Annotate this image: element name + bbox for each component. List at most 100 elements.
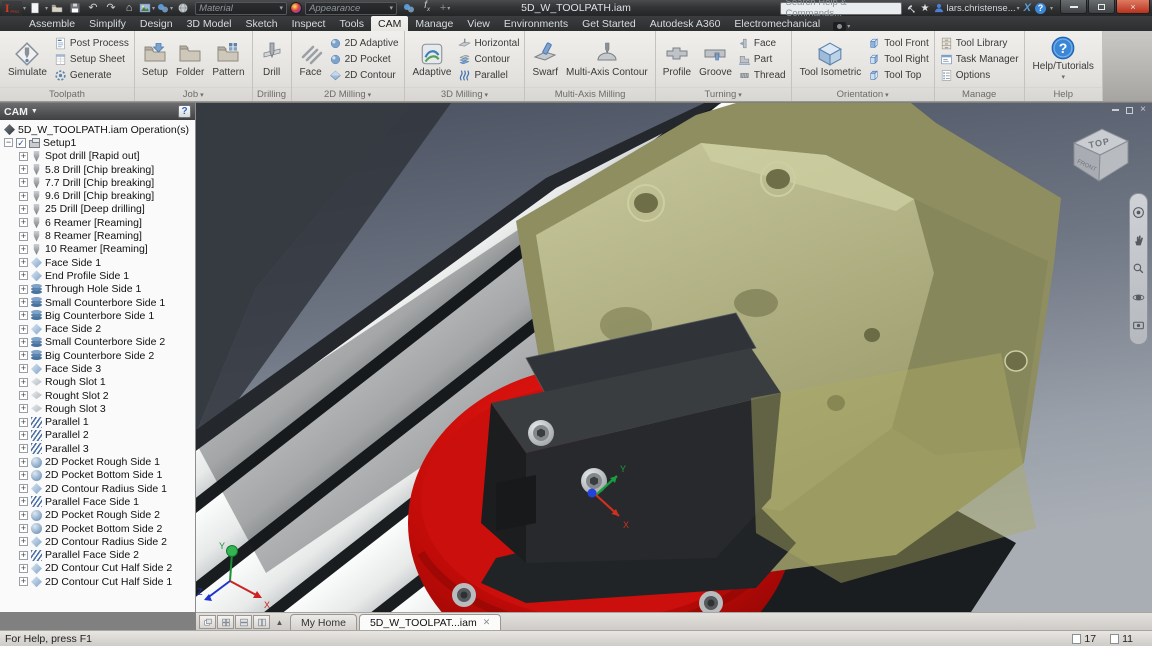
simulate-button[interactable]: Simulate bbox=[5, 40, 50, 79]
tree-item[interactable]: 2D Contour Cut Half Side 1 bbox=[0, 575, 195, 588]
setup-checkbox[interactable] bbox=[16, 138, 26, 148]
tree-item[interactable]: Spot drill [Rapid out] bbox=[0, 150, 195, 163]
capture-button[interactable]: ▾ bbox=[833, 22, 850, 31]
tree-item[interactable]: Parallel 1 bbox=[0, 416, 195, 429]
expand-icon[interactable] bbox=[19, 285, 28, 294]
tree-item[interactable]: 2D Contour Radius Side 2 bbox=[0, 535, 195, 548]
adjust-button[interactable] bbox=[401, 1, 417, 15]
expand-icon[interactable] bbox=[19, 218, 28, 227]
new-file-button[interactable] bbox=[27, 1, 43, 15]
appearance-combo[interactable]: Appearance▾ bbox=[305, 2, 397, 15]
expand-icon[interactable] bbox=[19, 364, 28, 373]
appearance-dropdown-icon[interactable]: ▾ bbox=[390, 4, 394, 12]
tool-front-button[interactable]: Tool Front bbox=[868, 36, 928, 50]
post-process-button[interactable]: Post Process bbox=[54, 36, 129, 50]
doc-restore-icon[interactable] bbox=[1126, 107, 1133, 114]
panel-label-orientation[interactable]: Orientation bbox=[792, 87, 934, 101]
ribbon-tab-autodesk-a360[interactable]: Autodesk A360 bbox=[643, 16, 728, 31]
material-combo[interactable]: Material▾ bbox=[195, 2, 287, 15]
expand-icon[interactable] bbox=[19, 404, 28, 413]
help-dropdown-icon[interactable]: ▾ bbox=[1050, 5, 1053, 12]
options-button[interactable]: Options bbox=[940, 68, 1019, 82]
adaptive-button[interactable]: Adaptive bbox=[410, 40, 455, 79]
window-minimize-button[interactable] bbox=[1060, 0, 1087, 14]
panel-label-turning[interactable]: Turning bbox=[656, 87, 791, 101]
panel-label-2d-milling[interactable]: 2D Milling bbox=[292, 87, 404, 101]
ribbon-tab-inspect[interactable]: Inspect bbox=[285, 16, 333, 31]
color-wheel-icon[interactable] bbox=[290, 2, 302, 14]
expand-icon[interactable] bbox=[19, 511, 28, 520]
ribbon-tab-simplify[interactable]: Simplify bbox=[82, 16, 133, 31]
model-viewport[interactable]: Y X Y X Z × TOP bbox=[196, 103, 1152, 612]
tree-item[interactable]: 2D Pocket Bottom Side 2 bbox=[0, 522, 195, 535]
collapse-tabs-icon[interactable]: ▲ bbox=[273, 618, 286, 627]
search-input[interactable]: Search Help & Commands... bbox=[780, 2, 902, 15]
expand-icon[interactable] bbox=[19, 471, 28, 480]
logo-dropdown-icon[interactable]: ▾ bbox=[23, 5, 26, 12]
multi-axis-contour-button[interactable]: Multi-Axis Contour bbox=[564, 40, 650, 79]
2d-contour-button[interactable]: 2D Contour bbox=[329, 68, 399, 82]
signed-in-user[interactable]: lars.christense... bbox=[946, 3, 1015, 14]
ribbon-tab-sketch[interactable]: Sketch bbox=[239, 16, 285, 31]
setup-sheet-button[interactable]: Setup Sheet bbox=[54, 52, 129, 66]
expand-icon[interactable] bbox=[19, 271, 28, 280]
profile-button[interactable]: Profile bbox=[661, 40, 693, 79]
ribbon-tab-environments[interactable]: Environments bbox=[497, 16, 575, 31]
expand-icon[interactable] bbox=[19, 338, 28, 347]
horizontal-button[interactable]: Horizontal bbox=[458, 36, 519, 50]
pattern-button[interactable]: Pattern bbox=[210, 40, 246, 79]
render-button[interactable]: ▾ bbox=[139, 1, 155, 15]
ribbon-tab-cam[interactable]: CAM bbox=[371, 16, 408, 31]
folder-button[interactable]: Folder bbox=[174, 40, 206, 79]
ribbon-tab-manage[interactable]: Manage bbox=[408, 16, 460, 31]
communication-center-icon[interactable] bbox=[906, 3, 917, 14]
groove-button[interactable]: Groove bbox=[697, 40, 734, 79]
expand-icon[interactable] bbox=[19, 351, 28, 360]
setup-button[interactable]: Setup bbox=[140, 40, 170, 79]
tree-item[interactable]: Face Side 1 bbox=[0, 256, 195, 269]
browser-dropdown-icon[interactable]: ▼ bbox=[31, 108, 38, 115]
tree-item[interactable]: 2D Contour Cut Half Side 2 bbox=[0, 562, 195, 575]
turn-face-button[interactable]: Face bbox=[738, 36, 786, 50]
undo-button[interactable]: ↶ bbox=[85, 1, 101, 15]
tree-item[interactable]: 8 Reamer [Reaming] bbox=[0, 229, 195, 242]
exchange-apps-icon[interactable]: X bbox=[1024, 2, 1031, 14]
measure-button[interactable]: ▾ bbox=[157, 1, 173, 15]
expand-icon[interactable] bbox=[19, 178, 28, 187]
user-dropdown-icon[interactable]: ▾ bbox=[1017, 5, 1020, 12]
collapse-icon[interactable] bbox=[4, 138, 13, 147]
tree-item[interactable]: Face Side 2 bbox=[0, 322, 195, 335]
turn-part-button[interactable]: Part bbox=[738, 52, 786, 66]
home-button[interactable]: ⌂ bbox=[121, 1, 137, 15]
2d-adaptive-button[interactable]: 2D Adaptive bbox=[329, 36, 399, 50]
doc-close-icon[interactable]: × bbox=[1140, 106, 1146, 114]
cascade-windows-button[interactable] bbox=[199, 615, 216, 629]
expand-icon[interactable] bbox=[19, 577, 28, 586]
web-button[interactable] bbox=[175, 1, 191, 15]
inventor-logo[interactable]: IPRO bbox=[2, 1, 22, 16]
tree-item[interactable]: Face Side 3 bbox=[0, 362, 195, 375]
expand-icon[interactable] bbox=[19, 192, 28, 201]
favorites-star-icon[interactable]: ★ bbox=[920, 3, 929, 14]
expand-icon[interactable] bbox=[19, 418, 28, 427]
expand-icon[interactable] bbox=[19, 564, 28, 573]
expand-icon[interactable] bbox=[19, 458, 28, 467]
expand-icon[interactable] bbox=[19, 232, 28, 241]
expand-icon[interactable] bbox=[19, 258, 28, 267]
doc-minimize-icon[interactable] bbox=[1112, 109, 1119, 111]
tool-right-button[interactable]: Tool Right bbox=[868, 52, 928, 66]
tree-item[interactable]: End Profile Side 1 bbox=[0, 269, 195, 282]
expand-icon[interactable] bbox=[19, 484, 28, 493]
expand-icon[interactable] bbox=[19, 298, 28, 307]
ribbon-tab-assemble[interactable]: Assemble bbox=[22, 16, 82, 31]
expand-icon[interactable] bbox=[19, 537, 28, 546]
expand-icon[interactable] bbox=[19, 524, 28, 533]
tile-vertical-button[interactable] bbox=[253, 615, 270, 629]
material-dropdown-icon[interactable]: ▾ bbox=[280, 4, 284, 12]
tree-item[interactable]: Parallel 2 bbox=[0, 429, 195, 442]
tree-item[interactable]: 2D Pocket Rough Side 1 bbox=[0, 455, 195, 468]
add-qat-button[interactable]: +▾ bbox=[437, 1, 453, 15]
tool-top-button[interactable]: Tool Top bbox=[868, 68, 928, 82]
thread-button[interactable]: Thread bbox=[738, 68, 786, 82]
tab-close-icon[interactable]: ✕ bbox=[483, 617, 491, 628]
